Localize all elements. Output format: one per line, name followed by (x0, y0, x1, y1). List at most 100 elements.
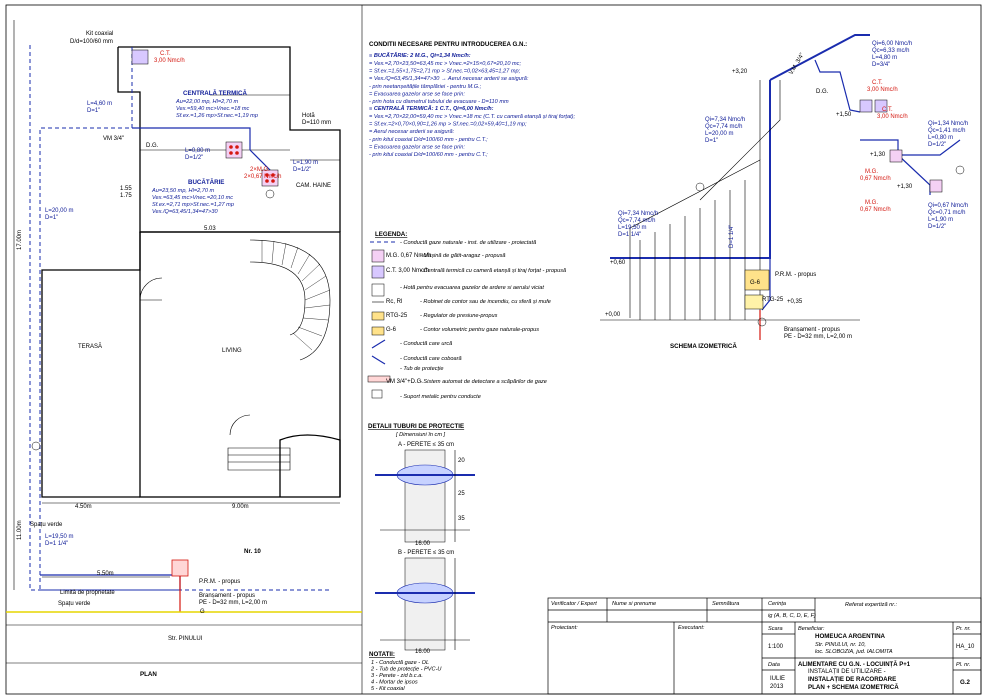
iso-g6: G-6 (750, 280, 761, 286)
stove-symbol-1 (225, 141, 243, 159)
iso-branch: Branșament - propus (784, 327, 840, 333)
iso-stove-1 (889, 149, 903, 163)
iso-mg-2-val: 0,67 Nmc/h (860, 207, 891, 213)
iso-l-top: L=4,80 m (872, 55, 897, 61)
iso-q-left: Qi=7,34 Nmc/h (618, 211, 658, 217)
staircase-curve-inner (249, 261, 306, 336)
kit-label: Kit coaxial (86, 31, 113, 37)
detail-dim-35: 35 (458, 516, 465, 522)
detail-b-title: B - PERETE ≤ 35 cm (398, 550, 454, 556)
iso-d114: D=1 1/4" (729, 225, 735, 248)
iso-level-150: +1,50 (836, 112, 852, 118)
boiler-room-line: Sf.ex.=1,26 mp>Sf.nec.=1,19 mp (176, 113, 258, 119)
iso-dg: D.G. (816, 89, 829, 95)
stove-value: 2×0,67 Nmc/h (244, 174, 282, 180)
pipe-l-2000: L=20,00 m (45, 208, 74, 214)
tb-scale-label: Scara (768, 626, 783, 632)
tb-date-label: Data (768, 662, 780, 668)
pipe-d-1: D=1" (87, 108, 100, 114)
dim-450: 4.50m (75, 504, 92, 510)
iso-q-top: Qi=6,00 Nmc/h (872, 41, 912, 47)
iso-prm: P.R.M. - propus (775, 272, 816, 278)
tb-date-year: 2013 (770, 684, 784, 690)
boiler-room-data: Au=22,00 mp, Hl=2,70 mVex.=59,40 mc>Vnec… (175, 99, 258, 119)
tb-beneficiary-name: HOMEUCA ARGENTINA (815, 633, 886, 640)
iso-level-130: +1,30 (870, 152, 886, 158)
pipe-l-1950: L=19,50 m (45, 534, 74, 540)
legend-item-text: - Conductă care urcă (400, 341, 452, 347)
tb-project-number: HA_10 (956, 644, 975, 650)
pipe-d-1-b: D=1" (45, 215, 58, 221)
tb-expert-report: Referat expertiză nr.: (845, 602, 897, 608)
kitchen-room-data: Au=23,50 mp, Hl=2,70 mVex.=63,45 mc>Vnec… (151, 188, 234, 215)
kitchen-condition-line: = Evacuarea gazelor arse se face prin: (369, 91, 465, 97)
iso-q-right2: Qi=0,67 Nmc/h (928, 203, 968, 209)
kitchen-room-line: Vex./Q=63,45/1,34=47>30 (152, 209, 218, 215)
note-line: 3 - Perete - zid b.c.a. (371, 673, 423, 679)
iso-qc-right1: Qc=1,41 mc/h (928, 128, 966, 134)
tb-verificator: Verificator / Expert (551, 601, 597, 607)
tb-sheet-number: G.2 (960, 679, 971, 686)
kitchen-room-line: Sf.ex.=2,71 mp>Sf.nec.=1,27 mp (152, 202, 234, 208)
pipe-d-12-a: D=1/2" (185, 155, 203, 161)
pipe-l-460: L=4,60 m (87, 101, 112, 107)
tb-address-1: Str. PINULUI, nr. 10, (815, 642, 866, 648)
legend-item-text: - Conductă gaze naturale - inst. de util… (400, 240, 536, 246)
iso-qc-right2: Qc=0,71 mc/h (928, 210, 966, 216)
iso-ct2-value: 3,00 Nmc/h (877, 114, 908, 120)
iso-ct-value: 3,00 Nmc/h (867, 87, 898, 93)
legend-item-text: - Suport metalic pentru conducte (400, 394, 481, 400)
iso-qc-left: Qc=7,74 mc/h (618, 218, 656, 224)
branch-label: Branșament - propus (199, 593, 255, 599)
legend-item-text: - Robinet de contor sau de incendiu, cu … (420, 299, 551, 305)
pipe-tag-b (31, 441, 41, 451)
boiler-label: C.T. (160, 51, 171, 57)
pipe-tag-a (265, 189, 275, 199)
detail-a-title: A - PERETE ≤ 35 cm (398, 442, 454, 448)
drawing-sheet: { "conditions": { "title": "CONDITII NEC… (0, 0, 987, 699)
g-label: G (200, 609, 205, 615)
dim-550: 5.50m (97, 571, 114, 577)
legend-symbol-label: Rc, Rl (386, 299, 402, 305)
iso-d-right2: D=1/2" (928, 224, 946, 230)
boiler-condition-line: = Aerul necesar arderii se asigură: (369, 129, 455, 135)
iso-q-right1: Qi=1,34 Nmc/h (928, 121, 968, 127)
tb-requirement-value: ig (A, B, C, D, E, F) (768, 613, 816, 619)
iso-qc-mid: Qc=7,74 mc/h (705, 124, 743, 130)
notes-title: NOTATII: (369, 651, 395, 658)
legend-item-text: - Contor volumetric pentru gaze naturale… (420, 327, 539, 333)
legend-item-text: - Tub de protecție (400, 366, 443, 372)
legend-items: - Conductă gaze naturale - inst. de util… (386, 240, 566, 400)
legend-item-text: - Sistem automat de detectare a scăpăril… (420, 379, 547, 385)
iso-regulator (744, 294, 764, 310)
iso-branch-spec: PE - D=32 mm, L=2,00 m (784, 334, 852, 340)
boiler-condition-line: = Sf.ex.=2×0,70×0,90=1,26 mp > Sf.nec.=0… (369, 122, 527, 128)
detail-b-dim: 16.00 (415, 649, 431, 655)
kitchen-condition-line: - prin hota cu diametrul tubului de evac… (369, 99, 509, 105)
drawing-canvas: CONDITII NECESARE PENTRU INTRODUCEREA G.… (5, 4, 982, 695)
iso-level-060: +0,60 (610, 260, 626, 266)
iso-l-mid: L=20,00 m (705, 131, 734, 137)
note-line: 1 - Conductă gaze - OL (371, 660, 429, 666)
tb-title-1: ALIMENTARE CU G.N. - LOCUINȚĂ P+1 (798, 661, 911, 668)
kitchen-condition-line: = Vex.=2,70×23,50=63,45 mc > Vnec.=2×15×… (369, 61, 521, 67)
stove-label: 2×M.G. (250, 167, 270, 173)
kitchen-room-line: Vex.=63,45 mc>Vnec.=20,10 mc (152, 195, 233, 201)
iso-level-130b: +1,30 (897, 184, 913, 190)
boiler-symbol (131, 49, 149, 65)
boiler-value: 3,00 Nmc/h (154, 58, 185, 64)
legend-item-text: - Conductă care coboară (400, 356, 462, 362)
iso-l-left: L=19,50 m (618, 225, 647, 231)
terrace-outline (41, 232, 141, 498)
hood-label: Hotă (302, 113, 315, 119)
boiler-condition-line: - prin kitul coaxial D/d=100/60 mm - pen… (369, 137, 488, 143)
dim-1100: 11.00m (17, 520, 23, 540)
tb-project-label: Pr. nr. (956, 626, 971, 632)
iso-d-mid: D=1" (705, 138, 718, 144)
door-arc-2 (229, 414, 251, 436)
dim-155: 1.55 (120, 186, 132, 192)
tb-name: Nume si prenume (612, 601, 656, 607)
tb-title-2: INSTALAȚII DE UTILIZARE - (808, 669, 886, 675)
dim-900: 9.00m (232, 504, 249, 510)
branch-spec: PE - D=32 mm, L=2,00 m (199, 600, 267, 606)
